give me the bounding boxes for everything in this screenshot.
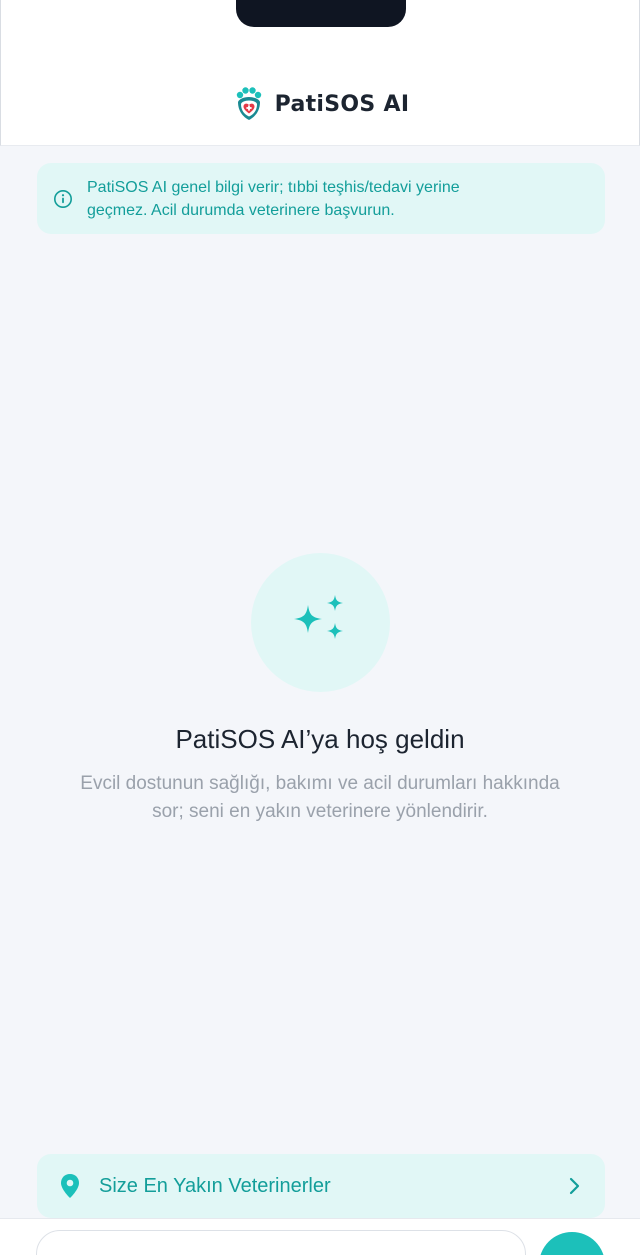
disclaimer-line-2: geçmez. Acil durumda veterinere başvurun… [87, 201, 395, 219]
disclaimer-banner: PatiSOS AI genel bilgi verir; tıbbi teşh… [37, 163, 605, 234]
device-notch [236, 0, 406, 27]
disclaimer-line-1: PatiSOS AI genel bilgi verir; tıbbi teşh… [87, 178, 460, 196]
info-circle-icon [54, 189, 72, 208]
message-input[interactable] [36, 1230, 526, 1255]
brand-name: PatiSOS AI [274, 91, 410, 117]
welcome-title: PatiSOS AI’ya hoş geldin [175, 724, 465, 754]
disclaimer-text: PatiSOS AI genel bilgi verir; tıbbi teşh… [87, 176, 460, 222]
chevron-right-icon [569, 1177, 580, 1195]
map-pin-icon [61, 1174, 79, 1198]
nearby-vets-button[interactable]: Size En Yakın Veterinerler [37, 1154, 605, 1218]
app-screen: PatiSOS AI PatiSOS AI genel bilgi verir;… [0, 0, 640, 1255]
paw-shield-heart-icon [236, 87, 261, 120]
brand: PatiSOS AI [1, 86, 640, 122]
welcome-icon-badge [251, 553, 390, 692]
welcome-subtitle: Evcil dostunun sağlığı, bakımı ve acil d… [40, 770, 600, 826]
nearby-vets-label: Size En Yakın Veterinerler [99, 1174, 331, 1197]
sparkles-icon [293, 594, 343, 639]
welcome-subtitle-line-1: Evcil dostunun sağlığı, bakımı ve acil d… [80, 773, 560, 794]
welcome-subtitle-line-2: sor; seni en yakın veterinere yönlendiri… [152, 801, 488, 822]
